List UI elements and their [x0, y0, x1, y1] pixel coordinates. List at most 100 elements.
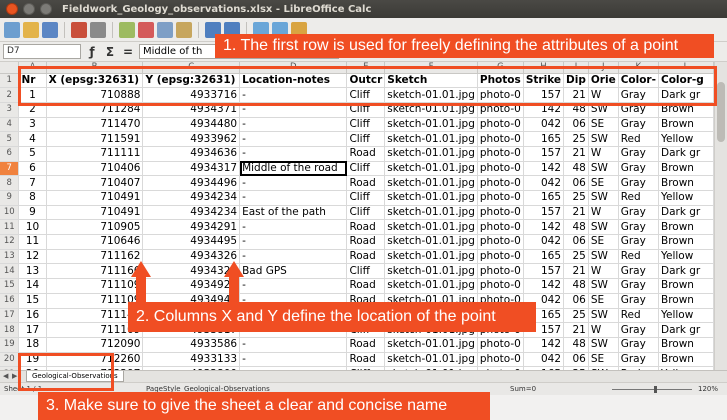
- cell[interactable]: 25: [563, 249, 589, 265]
- cell[interactable]: 3: [18, 117, 47, 133]
- cell[interactable]: Yellow: [658, 249, 714, 265]
- new-document-icon[interactable]: [4, 21, 20, 38]
- cell[interactable]: -: [239, 146, 348, 162]
- cell[interactable]: Gray: [618, 337, 659, 353]
- cell[interactable]: Gray: [618, 146, 659, 162]
- cell[interactable]: 710491: [46, 205, 144, 221]
- cut-icon[interactable]: [138, 21, 154, 38]
- cell[interactable]: 06: [563, 117, 589, 133]
- cell[interactable]: Cliff: [346, 117, 386, 133]
- cell[interactable]: 48: [563, 337, 589, 353]
- cell[interactable]: 711111: [46, 146, 144, 162]
- cell[interactable]: 8: [18, 190, 47, 206]
- cell[interactable]: 042: [523, 117, 565, 133]
- cell[interactable]: 4934480: [142, 117, 241, 133]
- cell[interactable]: -: [239, 190, 348, 206]
- row-header[interactable]: 10: [0, 205, 20, 221]
- cell[interactable]: 4934234: [142, 190, 241, 206]
- cell[interactable]: 21: [563, 322, 589, 338]
- cell[interactable]: 157: [523, 263, 565, 280]
- cell[interactable]: sketch-01.01.jpg: [384, 205, 478, 221]
- cell[interactable]: 4933586: [142, 337, 241, 353]
- cell[interactable]: photo-0: [477, 278, 524, 294]
- row-header[interactable]: 15: [0, 278, 20, 294]
- cell[interactable]: Gray: [618, 117, 659, 133]
- cell[interactable]: 142: [523, 278, 565, 294]
- cell[interactable]: 21: [563, 263, 589, 280]
- cell[interactable]: 06: [563, 352, 589, 368]
- cell[interactable]: -: [239, 219, 348, 236]
- cell[interactable]: 4934921: [142, 278, 241, 294]
- row-header[interactable]: 18: [0, 322, 20, 338]
- cell[interactable]: Yellow: [658, 131, 714, 147]
- cell[interactable]: SW: [588, 131, 619, 147]
- row-header[interactable]: 2: [0, 87, 20, 103]
- close-window-icon[interactable]: [6, 3, 18, 15]
- cell[interactable]: 4934496: [142, 175, 241, 191]
- vertical-scrollbar[interactable]: [714, 62, 727, 370]
- cell[interactable]: photo-0: [477, 234, 524, 250]
- cell[interactable]: Road: [346, 278, 386, 294]
- row-header[interactable]: 11: [0, 219, 20, 236]
- cell[interactable]: Brown: [658, 293, 714, 309]
- copy-icon[interactable]: [157, 21, 173, 38]
- cell[interactable]: W: [588, 322, 619, 338]
- cell[interactable]: Yellow: [658, 190, 714, 206]
- cell[interactable]: SE: [588, 117, 619, 133]
- cell[interactable]: 7: [18, 175, 47, 191]
- cell[interactable]: 25: [563, 190, 589, 206]
- row-header[interactable]: 6: [0, 146, 20, 162]
- cell[interactable]: 4934317: [142, 161, 241, 177]
- cell[interactable]: sketch-01.01.jpg: [384, 190, 478, 206]
- cell[interactable]: Cliff: [346, 190, 386, 206]
- cell[interactable]: 6: [18, 161, 47, 177]
- save-icon[interactable]: [42, 21, 58, 38]
- cell[interactable]: 710491: [46, 190, 144, 206]
- cell[interactable]: Brown: [658, 175, 714, 191]
- cell[interactable]: Gray: [618, 352, 659, 368]
- cell[interactable]: 042: [523, 234, 565, 250]
- row-header[interactable]: 14: [0, 263, 20, 280]
- cell[interactable]: sketch-01.01.jpg: [384, 337, 478, 353]
- cell[interactable]: sketch-01.01.jpg: [384, 249, 478, 265]
- cell[interactable]: 14: [18, 278, 47, 294]
- cell[interactable]: 165: [523, 249, 565, 265]
- cell[interactable]: Dark gr: [658, 322, 714, 338]
- row-header[interactable]: 8: [0, 175, 20, 191]
- cell[interactable]: Dark gr: [658, 146, 714, 162]
- cell[interactable]: Brown: [658, 117, 714, 133]
- cell[interactable]: Red: [618, 190, 659, 206]
- cell[interactable]: Red: [618, 131, 659, 147]
- cell[interactable]: photo-0: [477, 205, 524, 221]
- cell[interactable]: 25: [563, 131, 589, 147]
- cell[interactable]: Brown: [658, 219, 714, 236]
- cell[interactable]: 710407: [46, 175, 144, 191]
- cell[interactable]: photo-0: [477, 249, 524, 265]
- cell[interactable]: East of the path: [239, 205, 348, 221]
- cell[interactable]: sketch-01.01.jpg: [384, 278, 478, 294]
- cell[interactable]: Road: [346, 249, 386, 265]
- cell[interactable]: 06: [563, 293, 589, 309]
- first-sheet-arrow-icon[interactable]: ◀: [3, 372, 8, 380]
- row-header[interactable]: 16: [0, 293, 20, 309]
- cell[interactable]: Road: [346, 352, 386, 368]
- cell[interactable]: -: [239, 352, 348, 368]
- cell[interactable]: 710905: [46, 219, 144, 236]
- cell[interactable]: SW: [588, 249, 619, 265]
- cell[interactable]: 4934291: [142, 219, 241, 236]
- cell[interactable]: photo-0: [477, 146, 524, 162]
- cell[interactable]: Yellow: [658, 308, 714, 324]
- cell[interactable]: 21: [563, 205, 589, 221]
- cell[interactable]: sketch-01.01.jpg: [384, 352, 478, 368]
- cell[interactable]: SW: [588, 219, 619, 236]
- cell[interactable]: sketch-01.01.jpg: [384, 146, 478, 162]
- cell[interactable]: Bad GPS: [239, 263, 348, 280]
- cell[interactable]: 157: [523, 146, 565, 162]
- cell[interactable]: 711470: [46, 117, 144, 133]
- cell[interactable]: 4933133: [142, 352, 241, 368]
- cell[interactable]: 48: [563, 278, 589, 294]
- select-all-corner[interactable]: [0, 62, 20, 74]
- cell[interactable]: 157: [523, 205, 565, 221]
- row-header[interactable]: 4: [0, 117, 20, 133]
- cell[interactable]: photo-0: [477, 263, 524, 280]
